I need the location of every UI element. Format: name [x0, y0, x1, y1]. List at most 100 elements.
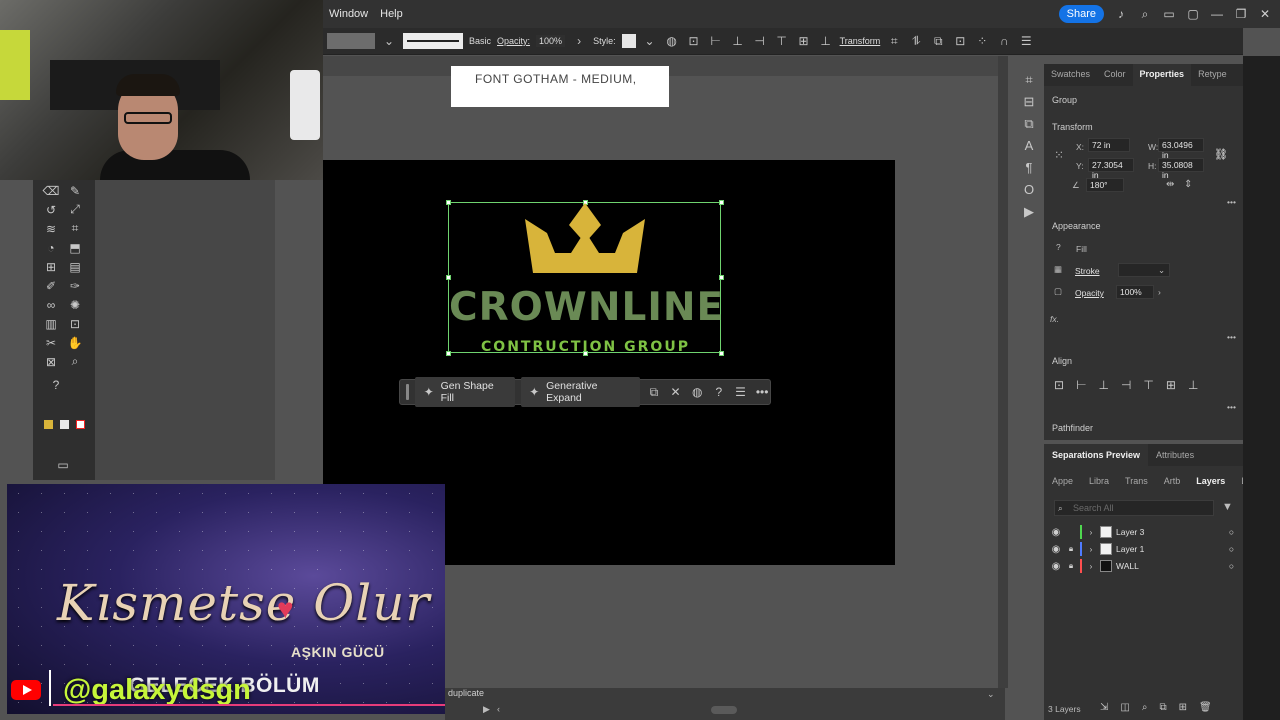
selection-handle[interactable]	[719, 275, 724, 280]
flip-vertical-icon[interactable]: ⇕	[1184, 179, 1192, 190]
pathfinder-panel-icon[interactable]: ⧉	[1024, 116, 1033, 132]
graphic-style-swatch[interactable]	[621, 34, 636, 48]
hand-tool-icon[interactable]: ✋	[65, 334, 85, 351]
magnet-icon[interactable]: ∩	[996, 34, 1012, 48]
transform-panel-icon[interactable]: ⌗	[1025, 72, 1032, 88]
align-right-icon[interactable]: ⊣	[1121, 378, 1131, 392]
visibility-eye-icon[interactable]: ◉	[1050, 561, 1062, 572]
warp-tool-icon[interactable]: ≋	[41, 220, 61, 237]
opacity-label[interactable]: Opacity:	[497, 36, 530, 46]
stroke-profile[interactable]	[403, 33, 463, 49]
gradient-tool-icon[interactable]: ▤	[65, 258, 85, 275]
align-bottom-icon[interactable]: ⊥	[1188, 378, 1198, 392]
width-input[interactable]: 63.0496 in	[1158, 138, 1204, 160]
more-icon[interactable]: •••	[754, 385, 770, 399]
selection-handle[interactable]	[446, 275, 451, 280]
zoom-tool-icon[interactable]: ⌕	[65, 353, 85, 370]
transform-options-icon[interactable]: ⌗	[886, 34, 902, 49]
expand-chevron-icon[interactable]: ›	[1086, 545, 1096, 554]
align-top-icon[interactable]: ⊤	[774, 34, 790, 48]
generative-expand-button[interactable]: ✦ Generative Expand	[520, 377, 641, 407]
tab-layers[interactable]: Layers	[1188, 470, 1234, 492]
align-horizontal-center-icon[interactable]: ⊥	[1099, 378, 1109, 392]
opacity-input[interactable]: 100%	[536, 35, 566, 47]
menu-help[interactable]: Help	[374, 8, 409, 20]
grid-icon[interactable]: ⁘	[974, 34, 990, 48]
align-left-icon[interactable]: ⊢	[1076, 378, 1086, 392]
isolate-icon[interactable]: ⧉	[646, 385, 662, 400]
character-panel-icon[interactable]: A	[1025, 138, 1034, 154]
help-button[interactable]: ?	[711, 385, 727, 399]
chevron-down-icon[interactable]: ⌄	[987, 689, 995, 700]
artboard-tool-icon[interactable]: ⊡	[65, 315, 85, 332]
chevron-down-icon[interactable]: ⌄	[381, 34, 397, 48]
align-to-icon[interactable]: ⊡	[1054, 378, 1064, 392]
chevron-right-icon[interactable]: ›	[1158, 287, 1161, 297]
tab-properties[interactable]: Properties	[1132, 64, 1192, 86]
layer-row[interactable]: ◉ 🔒︎ › WALL ○	[1050, 558, 1238, 574]
perspective-tool-icon[interactable]: ⬒	[65, 239, 85, 256]
menu-icon[interactable]: ☰	[733, 385, 749, 399]
free-transform-tool-icon[interactable]: ⌗	[65, 220, 85, 237]
recolor-icon[interactable]: ◍	[689, 385, 705, 399]
shape-builder-tool-icon[interactable]: ◔	[41, 239, 61, 256]
align-right-icon[interactable]: ⊣	[752, 34, 768, 48]
selection-handle[interactable]	[446, 200, 451, 205]
collect-for-export-icon[interactable]: ⇲	[1100, 702, 1108, 713]
tab-retype[interactable]: Retype	[1191, 64, 1234, 86]
isolate-group-icon[interactable]: ⧉	[930, 34, 946, 49]
tab-swatches[interactable]: Swatches	[1044, 64, 1097, 86]
tab-separations-preview[interactable]: Separations Preview	[1044, 444, 1149, 466]
print-tiling-tool-icon[interactable]: ⊠	[41, 353, 61, 370]
tab-attributes[interactable]: Attributes	[1148, 444, 1202, 466]
play-icon[interactable]: ▶	[483, 704, 490, 715]
mesh-tool-icon[interactable]: ⊞	[41, 258, 61, 275]
tab-artboards[interactable]: Artb	[1156, 470, 1189, 492]
graph-tool-icon[interactable]: ▥	[41, 315, 61, 332]
align-middle-icon[interactable]: ⊞	[796, 34, 812, 48]
screen-mode-icon[interactable]: ▭	[53, 456, 73, 473]
visibility-eye-icon[interactable]: ◉	[1050, 544, 1062, 555]
blend-tool-icon[interactable]: ∞	[41, 296, 61, 313]
lock-icon[interactable]: 🔒︎	[1066, 561, 1076, 571]
layer-row[interactable]: ◉ 🔒︎ › Layer 1 ○	[1050, 541, 1238, 557]
eyedropper-tool-icon[interactable]: ✐	[41, 277, 61, 294]
effects-fx-button[interactable]: fx.	[1050, 314, 1059, 324]
selection-handle[interactable]	[719, 200, 724, 205]
stroke-swatch-icon[interactable]: ▦	[1054, 264, 1062, 275]
slice-tool-icon[interactable]: ✂	[41, 334, 61, 351]
actions-panel-icon[interactable]: ▶	[1024, 204, 1034, 220]
flip-horizontal-icon[interactable]: ⇹	[1166, 179, 1174, 190]
restore-icon[interactable]: ❐	[1234, 7, 1248, 21]
eraser-tool-icon[interactable]: ⌫	[41, 182, 61, 199]
align-top-icon[interactable]: ⊤	[1143, 378, 1153, 392]
fill-swatch[interactable]	[327, 33, 375, 49]
align-vertical-center-icon[interactable]: ⊞	[1166, 378, 1176, 392]
layer-row[interactable]: ◉ › Layer 3 ○	[1050, 524, 1238, 540]
tab-appearance[interactable]: Appe	[1044, 470, 1081, 492]
color-mode-swatch[interactable]	[60, 420, 69, 429]
logo-group-selection[interactable]: CROWNLINE CONTRUCTION GROUP	[446, 200, 724, 356]
ungroup-icon[interactable]: ✕	[668, 385, 684, 399]
new-layer-icon[interactable]: ⊞	[1179, 702, 1187, 713]
visibility-eye-icon[interactable]: ◉	[1050, 527, 1062, 538]
opacity-label[interactable]: Opacity	[1075, 288, 1104, 298]
fill-color-swatch[interactable]	[44, 420, 53, 429]
select-similar-icon[interactable]: ⊡	[952, 34, 968, 48]
symbol-sprayer-tool-icon[interactable]: ✺	[65, 296, 85, 313]
chevron-left-icon[interactable]: ‹	[497, 704, 500, 714]
share-button[interactable]: Share	[1058, 5, 1104, 23]
clipping-mask-icon[interactable]: ◫	[1120, 702, 1129, 713]
search-icon[interactable]: ⌕	[1138, 7, 1152, 21]
chevron-down-icon[interactable]: ⌄	[1158, 265, 1165, 276]
more-options-icon[interactable]: •••	[1227, 197, 1236, 207]
control-bar-menu-icon[interactable]: ☰	[1018, 34, 1034, 48]
expand-chevron-icon[interactable]: ›	[1086, 528, 1096, 537]
rotate-tool-icon[interactable]: ↺	[41, 201, 61, 218]
lock-icon[interactable]: 🔒︎	[1066, 544, 1076, 554]
delete-layer-icon[interactable]: 🗑︎	[1199, 702, 1212, 713]
filter-icon[interactable]: ▼	[1222, 501, 1233, 513]
new-sublayer-icon[interactable]: ⧉	[1159, 702, 1166, 713]
layers-search-input[interactable]: Search All	[1054, 500, 1214, 516]
align-panel-icon[interactable]: ⊟	[1024, 94, 1035, 110]
